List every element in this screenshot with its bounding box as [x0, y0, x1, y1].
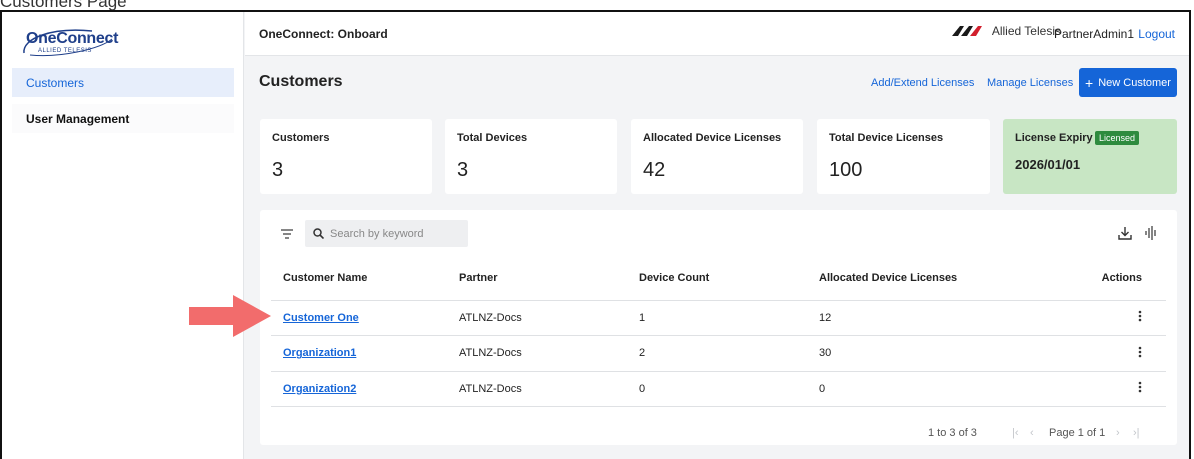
more-options-icon[interactable] [1138, 310, 1142, 322]
top-bar: OneConnect: Onboard Allied Telesis Partn… [245, 12, 1189, 56]
customer-name-link[interactable]: Organization1 [283, 347, 356, 359]
app-window: OneConnect ALLIED TELESIS Customers User… [0, 10, 1191, 459]
table-row: Organization2 ATLNZ-Docs 0 0 [271, 371, 1166, 407]
stat-label: Customers [272, 132, 330, 144]
search-box [305, 220, 468, 247]
logout-link[interactable]: Logout [1138, 27, 1175, 41]
column-header[interactable]: Customer Name [271, 257, 447, 301]
sidebar-item-label: Customers [26, 76, 85, 90]
table-header-row: Customer Name Partner Device Count Alloc… [271, 257, 1166, 301]
device-count-cell: 2 [627, 335, 807, 372]
table-row: Organization1 ATLNZ-Docs 2 30 [271, 335, 1166, 372]
stat-value: 42 [643, 159, 666, 181]
filter-icon [281, 229, 293, 239]
document-caption: Customers Page [0, 0, 127, 10]
stat-card-total-licenses: Total Device Licenses 100 [817, 119, 990, 194]
allocated-licenses-cell: 0 [807, 371, 1045, 407]
column-header[interactable]: Allocated Device Licenses [807, 257, 1045, 301]
licensed-badge: Licensed [1095, 131, 1140, 145]
stat-value: 3 [457, 159, 469, 181]
sidebar: OneConnect ALLIED TELESIS Customers User… [2, 12, 244, 459]
partner-cell: ATLNZ-Docs [447, 371, 627, 407]
last-page-icon[interactable]: ›| [1133, 427, 1140, 439]
logo-subtext: ALLIED TELESIS [38, 48, 92, 54]
plus-icon: + [1085, 74, 1094, 91]
stat-label: License Expiry [1015, 132, 1093, 144]
table-row: Customer One ATLNZ-Docs 1 12 [271, 300, 1166, 336]
logo-text: OneConnect [26, 30, 119, 47]
filter-button[interactable] [274, 221, 300, 247]
add-extend-licenses-link[interactable]: Add/Extend Licenses [871, 77, 974, 89]
customer-name-link[interactable]: Organization2 [283, 383, 356, 395]
stat-card-total-devices: Total Devices 3 [445, 119, 617, 194]
search-icon [313, 228, 324, 239]
column-header[interactable]: Device Count [627, 257, 807, 301]
callout-arrow-icon [189, 295, 271, 337]
first-page-icon[interactable]: |‹ [1012, 427, 1019, 439]
stat-card-customers: Customers 3 [260, 119, 432, 194]
customers-table: Customer Name Partner Device Count Alloc… [271, 257, 1166, 407]
pagination-range: 1 to 3 of 3 [928, 427, 977, 439]
allied-telesis-brand: Allied Telesis [951, 24, 1061, 38]
sidebar-item-customers[interactable]: Customers [12, 68, 234, 97]
stat-value: 3 [272, 159, 284, 181]
app-title: OneConnect: Onboard [259, 27, 388, 41]
sidebar-item-label: User Management [26, 112, 130, 126]
allied-telesis-logo-icon [951, 26, 982, 36]
stat-label: Total Device Licenses [829, 132, 944, 144]
page-title: Customers [259, 73, 343, 90]
stat-value: 2026/01/01 [1015, 157, 1081, 172]
search-input[interactable] [330, 227, 460, 240]
partner-cell: ATLNZ-Docs [447, 300, 627, 336]
new-customer-label: New Customer [1098, 76, 1171, 89]
new-customer-button[interactable]: + New Customer [1079, 68, 1177, 97]
pagination-page: Page 1 of 1 [1049, 427, 1106, 439]
stat-label: Total Devices [457, 132, 528, 144]
allocated-licenses-cell: 30 [807, 335, 1045, 372]
oneconnect-logo[interactable]: OneConnect ALLIED TELESIS [20, 25, 119, 59]
customer-name-link[interactable]: Customer One [283, 312, 359, 324]
sidebar-item-user-management[interactable]: User Management [12, 104, 234, 133]
stat-card-allocated-licenses: Allocated Device Licenses 42 [631, 119, 803, 194]
more-options-icon[interactable] [1138, 346, 1142, 358]
column-header[interactable]: Partner [447, 257, 627, 301]
stat-value: 100 [829, 159, 863, 181]
device-count-cell: 0 [627, 371, 807, 407]
next-page-icon[interactable]: › [1116, 427, 1120, 439]
column-header: Actions [1045, 257, 1166, 301]
download-icon[interactable] [1116, 224, 1134, 242]
user-name: PartnerAdmin1 [1053, 27, 1134, 41]
manage-licenses-link[interactable]: Manage Licenses [987, 77, 1073, 89]
density-icon[interactable] [1142, 224, 1160, 242]
stat-card-license-expiry: License Expiry Licensed 2026/01/01 [1003, 119, 1177, 194]
previous-page-icon[interactable]: ‹ [1030, 427, 1034, 439]
partner-cell: ATLNZ-Docs [447, 335, 627, 372]
brand-name: Allied Telesis [991, 24, 1061, 38]
device-count-cell: 1 [627, 300, 807, 336]
more-options-icon[interactable] [1138, 381, 1142, 393]
customers-table-panel: Customer Name Partner Device Count Alloc… [260, 210, 1177, 445]
stat-label: Allocated Device Licenses [643, 132, 782, 144]
allocated-licenses-cell: 12 [807, 300, 1045, 336]
